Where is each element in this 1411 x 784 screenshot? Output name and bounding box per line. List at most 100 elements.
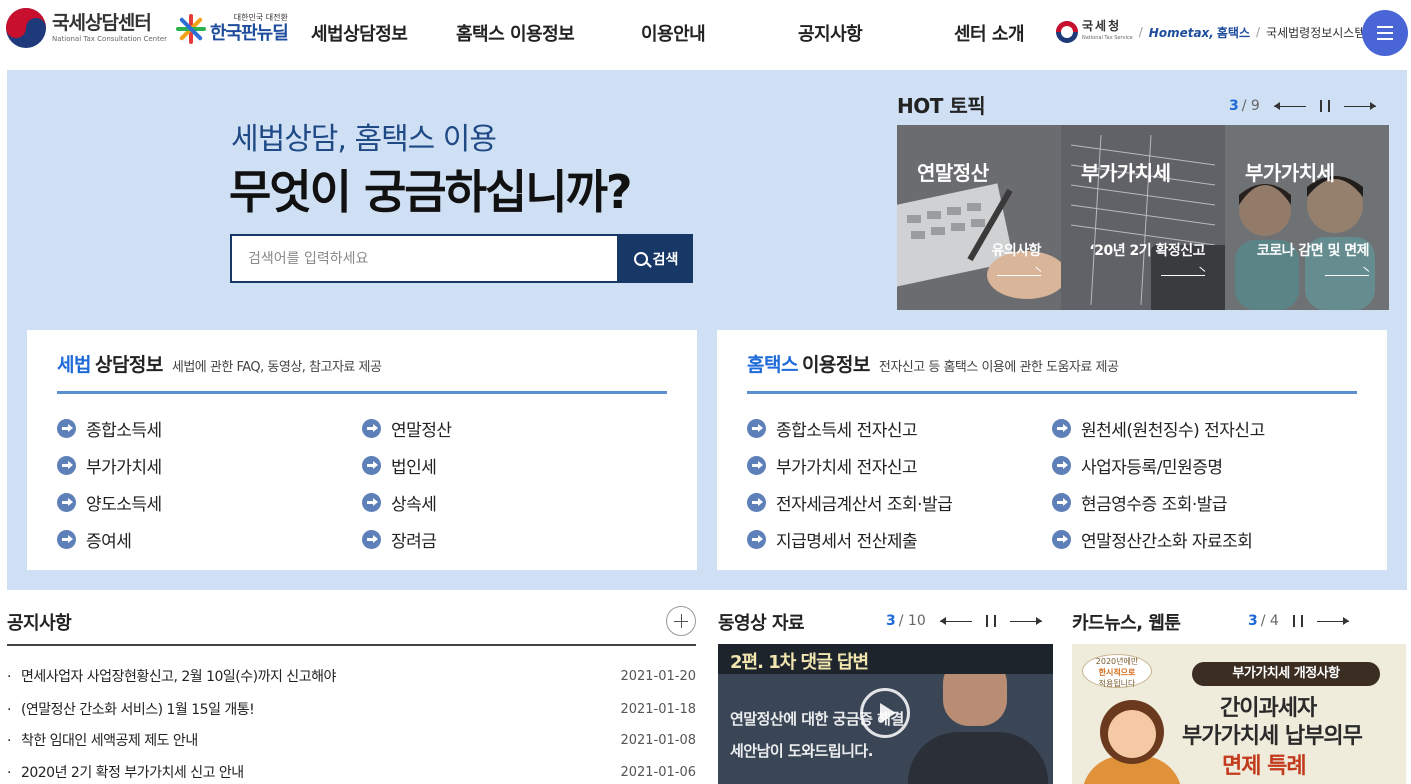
hometax-link-item[interactable]: 원천세(원천징수) 전자신고 [1052, 416, 1265, 441]
notice-row[interactable]: 면세사업자 사업장현황신고, 2월 10일(수)까지 신고해야 2021-01-… [7, 664, 696, 688]
tax-link-item[interactable]: 종합소득세 [57, 416, 162, 441]
hot-card-desc: 코로나 감면 및 면제 [1256, 243, 1370, 259]
cardnews-thumbnail[interactable]: 2020년에만 한시적으로 적용됩니다 부가가치세 개정사항 간이과세자 부가가치세… [1072, 644, 1406, 784]
partner-links: 국세청 National Tax Service / Hometax, 홈택스 /… [1056, 20, 1365, 44]
arrow-right-circle-icon [747, 530, 766, 549]
notice-row[interactable]: (연말정산 간소화 서비스) 1월 15일 개통! 2021-01-18 [7, 697, 696, 721]
hamburger-icon [1377, 26, 1393, 28]
video-thumbnail[interactable]: 2편. 1차 댓글 답변 연말정산에 대한 궁금증 해결 세안남이 도와드립니다… [718, 644, 1053, 784]
play-icon[interactable] [860, 688, 910, 738]
tax-link-item[interactable]: 부가가치세 [57, 453, 162, 478]
arrow-right-circle-icon [1052, 493, 1071, 512]
tax-link-item[interactable]: 증여세 [57, 527, 132, 552]
video-pause-icon[interactable] [985, 615, 996, 627]
cardnews-section-title: 카드뉴스, 웹툰 [1072, 613, 1181, 634]
video-band-text: 2편. 1차 댓글 답변 [730, 652, 869, 673]
hometax-link-item[interactable]: 연말정산간소화 자료조회 [1052, 527, 1253, 552]
search-form: 검색 [230, 234, 693, 283]
korean-new-deal-logo[interactable]: 대한민국 대전환 한국판뉴딜 [174, 12, 289, 46]
hot-topic-title: HOT 토픽 [897, 94, 986, 118]
notice-more-plus-icon[interactable] [666, 606, 696, 636]
video-prev-arrow-icon[interactable] [939, 617, 972, 625]
video-section-title: 동영상 자료 [718, 613, 805, 634]
panel-title: 상담정보 [94, 354, 163, 376]
hero-title: 무엇이 궁금하십니까? [229, 165, 633, 219]
hot-card-arrow-icon [997, 275, 1041, 276]
arrow-right-circle-icon [1052, 419, 1071, 438]
hot-prev-arrow-icon[interactable] [1273, 102, 1306, 110]
nav-notices[interactable]: 공지사항 [798, 20, 863, 46]
arrow-right-circle-icon [57, 419, 76, 438]
nav-hometax-info[interactable]: 홈택스 이용정보 [456, 20, 575, 46]
arrow-right-circle-icon [362, 456, 381, 475]
video-pager: 3 / 10 [886, 613, 1042, 629]
cardnews-pause-icon[interactable] [1292, 615, 1303, 627]
notice-text: 면세사업자 사업장현황신고, 2월 10일(수)까지 신고해야 [7, 666, 336, 686]
arrow-right-circle-icon [747, 419, 766, 438]
logo-title: 국세상담센터 [52, 12, 152, 34]
cardnews-next-arrow-icon[interactable] [1316, 617, 1349, 625]
hot-topic-card[interactable]: 부가가치세 코로나 감면 및 면제 [1225, 125, 1389, 310]
hometax-link-item[interactable]: 지급명세서 전산제출 [747, 527, 918, 552]
tax-link-item[interactable]: 법인세 [362, 453, 437, 478]
notice-row[interactable]: 착한 임대인 세액공제 제도 안내 2021-01-08 [7, 728, 696, 752]
cartoon-girl-face [1108, 710, 1156, 758]
hometax-link[interactable]: Hometax, 홈택스 [1149, 24, 1250, 41]
hometax-link-item[interactable]: 종합소득세 전자신고 [747, 416, 918, 441]
panel-title-highlight: 홈택스 [747, 354, 798, 376]
tax-link-item[interactable]: 연말정산 [362, 416, 452, 441]
temporary-application-stamp: 2020년에만 한시적으로 적용됩니다 [1082, 654, 1152, 688]
site-header: 국세상담센터 National Tax Consultation Center … [0, 0, 1411, 68]
tax-law-system-link[interactable]: 국세법령정보시스템 [1266, 24, 1365, 41]
hero-section: 세법상담, 홈택스 이용 무엇이 궁금하십니까? 검색 HOT 토픽 3 / 9… [7, 70, 1407, 590]
nts-link[interactable]: 국세청 National Tax Service [1082, 20, 1133, 44]
cardnews-pager: 3 / 4 [1248, 613, 1349, 629]
panel-title-highlight: 세법 [57, 354, 91, 376]
hometax-info-panel: 홈택스 이용정보 전자신고 등 홈택스 이용에 관한 도움자료 제공 종합소득세… [717, 330, 1387, 570]
notice-date: 2021-01-08 [620, 732, 696, 748]
arrow-right-circle-icon [362, 530, 381, 549]
notice-row[interactable]: 2020년 2기 확정 부가가치세 신고 안내 2021-01-06 [7, 760, 696, 784]
search-icon [633, 251, 648, 266]
video-next-arrow-icon[interactable] [1009, 617, 1042, 625]
calculator-pen-photo [897, 125, 1061, 310]
notice-text: (연말정산 간소화 서비스) 1월 15일 개통! [7, 699, 255, 719]
arrow-right-circle-icon [1052, 456, 1071, 475]
presenter-body [908, 732, 1048, 784]
hot-topic-card[interactable]: 부가가치세 ‘20년 2기 확정신고 [1061, 125, 1225, 310]
notice-date: 2021-01-18 [620, 701, 696, 717]
hot-topic-card[interactable]: 연말정산 유의사항 [897, 125, 1061, 310]
search-input[interactable] [230, 234, 619, 283]
hometax-link-item[interactable]: 현금영수증 조회·발급 [1052, 490, 1228, 515]
all-menu-button[interactable] [1362, 10, 1408, 56]
hot-card-title: 부가가치세 [1245, 161, 1335, 185]
tax-document-photo [1061, 125, 1225, 310]
tax-link-item[interactable]: 양도소득세 [57, 490, 162, 515]
panel-divider [747, 391, 1357, 394]
hot-card-arrow-icon [1325, 275, 1369, 276]
site-logo[interactable]: 국세상담센터 National Tax Consultation Center [6, 8, 167, 48]
nav-center-intro[interactable]: 센터 소개 [954, 20, 1025, 46]
logo-subtitle: National Tax Consultation Center [52, 35, 168, 43]
government-emblem-icon [6, 8, 46, 48]
panel-desc: 전자신고 등 홈택스 이용에 관한 도움자료 제공 [878, 360, 1119, 375]
hot-card-desc: 유의사항 [991, 243, 1041, 259]
hot-pause-icon[interactable] [1319, 100, 1330, 112]
arrow-right-circle-icon [57, 493, 76, 512]
hot-topic-pager: 3 / 9 [1229, 98, 1376, 114]
panel-desc: 세법에 관한 FAQ, 동영상, 참고자료 제공 [171, 360, 382, 375]
hero-subtitle: 세법상담, 홈택스 이용 [231, 122, 497, 157]
hometax-link-item[interactable]: 사업자등록/민원증명 [1052, 453, 1223, 478]
hot-next-arrow-icon[interactable] [1343, 102, 1376, 110]
hot-card-desc: ‘20년 2기 확정신고 [1089, 243, 1205, 259]
tax-link-item[interactable]: 장려금 [362, 527, 437, 552]
cardnews-headline: 부가가치세 납부의무 [1182, 724, 1363, 749]
hometax-link-item[interactable]: 전자세금계산서 조회·발급 [747, 490, 953, 515]
notice-date: 2021-01-06 [620, 764, 696, 780]
panel-divider [57, 391, 667, 394]
tax-link-item[interactable]: 상속세 [362, 490, 437, 515]
nav-usage-guide[interactable]: 이용안내 [641, 20, 706, 46]
search-button[interactable]: 검색 [619, 234, 693, 283]
nav-tax-consultation[interactable]: 세법상담정보 [311, 20, 408, 46]
hometax-link-item[interactable]: 부가가치세 전자신고 [747, 453, 918, 478]
